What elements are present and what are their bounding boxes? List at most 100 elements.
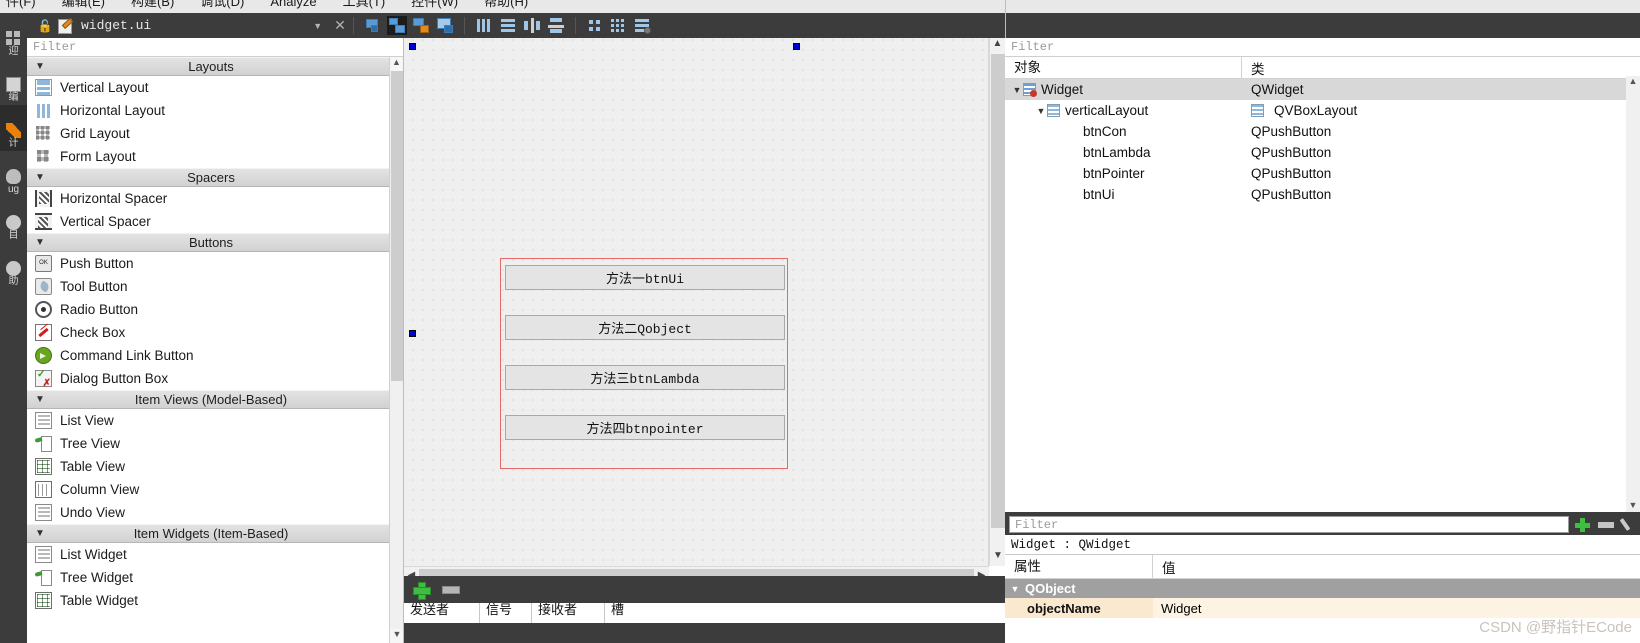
property-filter-input[interactable]: Filter xyxy=(1009,516,1569,533)
category-header-item-widgets[interactable]: ▼ Item Widgets (Item-Based) xyxy=(27,524,403,543)
widget-item-column-view[interactable]: Column View xyxy=(27,478,403,501)
widget-item-vertical-layout[interactable]: Vertical Layout xyxy=(27,76,403,99)
column-header-value[interactable]: 值 xyxy=(1153,557,1176,577)
plus-icon[interactable] xyxy=(1574,517,1591,533)
object-row-btnUi[interactable]: btnUi QPushButton xyxy=(1005,184,1640,205)
widget-item-undo-view[interactable]: Undo View xyxy=(27,501,403,524)
plus-icon[interactable] xyxy=(412,581,431,600)
menu-window[interactable]: 控件(W) xyxy=(411,0,458,8)
widget-item-push-button[interactable]: OK Push Button xyxy=(27,252,403,275)
object-row-btnLambda[interactable]: btnLambda QPushButton xyxy=(1005,142,1640,163)
widget-item-vertical-spacer[interactable]: Vertical Spacer xyxy=(27,210,403,233)
widget-item-table-view[interactable]: Table View xyxy=(27,455,403,478)
form-button-btnCon[interactable]: 方法二Qobject xyxy=(505,315,785,340)
canvas-vertical-scrollbar[interactable]: ▲ ▼ xyxy=(989,38,1005,566)
mode-projects[interactable]: 目 xyxy=(0,197,27,243)
menu-debug[interactable]: 调试(D) xyxy=(200,0,244,8)
mode-welcome[interactable]: 迎 xyxy=(0,13,27,59)
object-inspector-scrollbar[interactable]: ▲ ▼ xyxy=(1626,76,1640,512)
object-row-btnCon[interactable]: btnCon QPushButton xyxy=(1005,121,1640,142)
mode-debug[interactable]: ug xyxy=(0,151,27,197)
scroll-up-icon[interactable]: ▲ xyxy=(990,38,1005,54)
scroll-up-icon[interactable]: ▲ xyxy=(1626,76,1640,90)
form-canvas[interactable]: 方法一btnUi 方法二Qobject 方法三btnLambda 方法四btnp… xyxy=(404,38,989,566)
scroll-up-icon[interactable]: ▲ xyxy=(390,57,403,71)
menu-tools[interactable]: 工具(T) xyxy=(343,0,386,8)
layout-grid-icon[interactable] xyxy=(609,16,629,35)
object-row-verticalLayout[interactable]: ▼ verticalLayout QVBoxLayout xyxy=(1005,100,1640,121)
edit-signals-slots-icon[interactable] xyxy=(386,16,407,35)
widget-item-command-link-button[interactable]: Command Link Button xyxy=(27,344,403,367)
widget-item-dialog-button-box[interactable]: Dialog Button Box xyxy=(27,367,403,390)
category-header-layouts[interactable]: ▼ Layouts xyxy=(27,57,403,76)
widget-box-filter-input[interactable]: Filter xyxy=(27,38,403,57)
category-header-item-views[interactable]: ▼ Item Views (Model-Based) xyxy=(27,390,403,409)
scrollbar-thumb[interactable] xyxy=(991,54,1005,528)
widget-item-radio-button[interactable]: Radio Button xyxy=(27,298,403,321)
column-header-class[interactable]: 类 xyxy=(1242,58,1265,78)
widget-item-list-widget[interactable]: List Widget xyxy=(27,543,403,566)
wrench-icon[interactable] xyxy=(1621,517,1636,532)
widget-box-scrollbar[interactable]: ▲ ▼ xyxy=(389,57,403,643)
object-inspector-filter-input[interactable]: Filter xyxy=(1005,38,1640,57)
widget-item-check-box[interactable]: Check Box xyxy=(27,321,403,344)
vertical-layout-frame[interactable]: 方法一btnUi 方法二Qobject 方法三btnLambda 方法四btnp… xyxy=(500,258,788,469)
widget-item-horizontal-layout[interactable]: Horizontal Layout xyxy=(27,99,403,122)
signal-slot-column-sender[interactable]: 发送者 xyxy=(404,603,480,623)
layout-splitter-horizontal-icon[interactable] xyxy=(522,16,542,35)
menu-file[interactable]: 件(F) xyxy=(6,0,36,8)
editor-filename[interactable]: widget.ui xyxy=(81,18,151,33)
menu-build[interactable]: 构建(B) xyxy=(131,0,174,8)
column-header-object[interactable]: 对象 xyxy=(1005,57,1242,79)
property-value[interactable]: Widget xyxy=(1153,598,1640,618)
chevron-down-icon[interactable]: ▼ xyxy=(1035,106,1047,116)
widget-item-tree-view[interactable]: Tree View xyxy=(27,432,403,455)
layout-horizontally-icon[interactable] xyxy=(474,16,494,35)
scrollbar-thumb[interactable] xyxy=(391,71,403,381)
menu-edit[interactable]: 编辑(E) xyxy=(62,0,105,8)
layout-vertically-icon[interactable] xyxy=(498,16,518,35)
mode-help[interactable]: 助 xyxy=(0,243,27,289)
scroll-down-icon[interactable]: ▼ xyxy=(390,629,403,643)
menu-analyze[interactable]: Analyze xyxy=(270,0,316,8)
chevron-down-icon[interactable]: ▼ xyxy=(313,21,322,31)
widget-item-tree-widget[interactable]: Tree Widget xyxy=(27,566,403,589)
category-header-buttons[interactable]: ▼ Buttons xyxy=(27,233,403,252)
chevron-down-icon[interactable]: ▼ xyxy=(1011,85,1023,95)
widget-item-form-layout[interactable]: Form Layout xyxy=(27,145,403,168)
scroll-down-icon[interactable]: ▼ xyxy=(1626,500,1640,512)
column-header-property[interactable]: 属性 xyxy=(1005,554,1153,579)
widget-item-table-widget[interactable]: Table Widget xyxy=(27,589,403,612)
mode-edit[interactable]: 编 xyxy=(0,59,27,105)
widget-item-grid-layout[interactable]: Grid Layout xyxy=(27,122,403,145)
layout-splitter-vertical-icon[interactable] xyxy=(546,16,566,35)
scroll-down-icon[interactable]: ▼ xyxy=(990,550,1006,566)
signal-slot-column-slot[interactable]: 槽 xyxy=(605,603,665,623)
edit-tab-order-icon[interactable] xyxy=(435,16,455,35)
selection-handle-middle-left[interactable] xyxy=(409,330,416,337)
widget-item-horizontal-spacer[interactable]: Horizontal Spacer xyxy=(27,187,403,210)
edit-widgets-icon[interactable] xyxy=(363,16,383,35)
form-button-btnUi[interactable]: 方法一btnUi xyxy=(505,265,785,290)
form-button-btnPointer[interactable]: 方法四btnpointer xyxy=(505,415,785,440)
layout-form-icon[interactable] xyxy=(585,16,605,35)
object-row-btnPointer[interactable]: btnPointer QPushButton xyxy=(1005,163,1640,184)
signal-slot-column-signal[interactable]: 信号 xyxy=(480,603,532,623)
mode-design[interactable]: 计 xyxy=(0,105,27,151)
menu-help[interactable]: 帮助(H) xyxy=(484,0,528,8)
form-button-btnLambda[interactable]: 方法三btnLambda xyxy=(505,365,785,390)
minus-icon[interactable] xyxy=(1598,521,1614,528)
property-row-objectName[interactable]: objectName Widget xyxy=(1005,598,1640,618)
widget-item-list-view[interactable]: List View xyxy=(27,409,403,432)
signal-slot-column-receiver[interactable]: 接收者 xyxy=(532,603,605,623)
object-row-widget[interactable]: ▼ Widget QWidget xyxy=(1005,79,1640,100)
minus-icon[interactable] xyxy=(442,585,460,594)
category-header-spacers[interactable]: ▼ Spacers xyxy=(27,168,403,187)
break-layout-icon[interactable] xyxy=(633,16,653,35)
edit-buddies-icon[interactable] xyxy=(411,16,431,35)
unlock-icon[interactable]: 🔓 xyxy=(37,19,53,33)
selection-handle-top-left[interactable] xyxy=(409,43,416,50)
close-icon[interactable]: ✕ xyxy=(334,17,346,34)
widget-item-tool-button[interactable]: Tool Button xyxy=(27,275,403,298)
selection-handle-top-right[interactable] xyxy=(793,43,800,50)
